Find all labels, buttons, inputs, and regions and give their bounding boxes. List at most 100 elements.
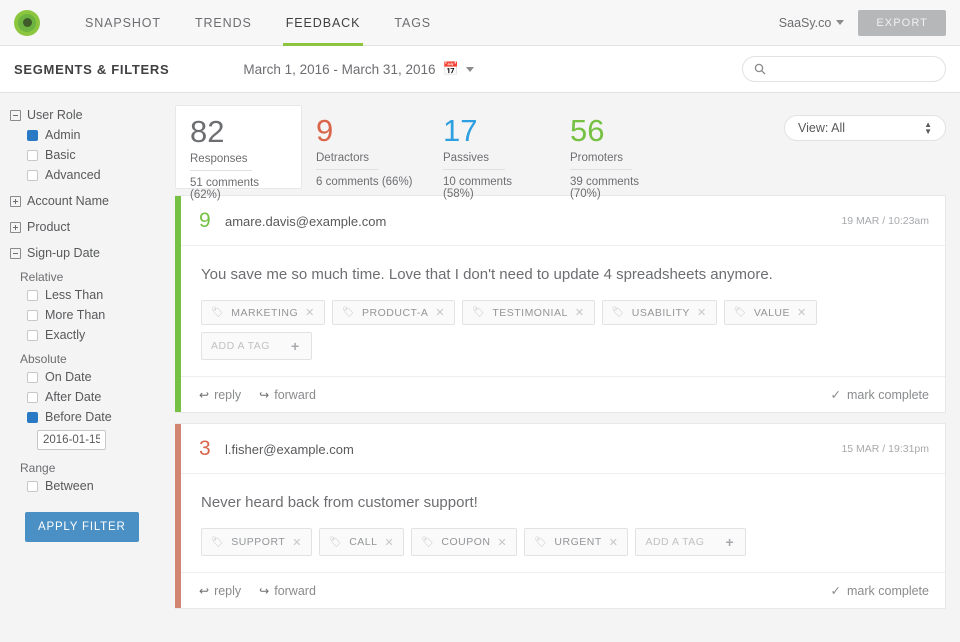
respondent-email[interactable]: amare.davis@example.com	[225, 214, 386, 229]
reply-action[interactable]: ↩reply	[199, 584, 241, 598]
tag-icon: 🏷	[612, 307, 625, 318]
filter-option-after-date[interactable]: After Date	[10, 387, 165, 407]
reply-action[interactable]: ↩reply	[199, 388, 241, 402]
remove-tag-icon[interactable]: ✕	[305, 306, 315, 319]
mark-complete-action[interactable]: ✓ mark complete	[831, 387, 929, 402]
checkbox-icon[interactable]	[27, 330, 38, 341]
main-tabs: SNAPSHOTTRENDSFEEDBACKTAGS	[68, 0, 448, 46]
filter-option-more-than[interactable]: More Than	[10, 305, 165, 325]
reply-label: reply	[214, 388, 241, 402]
stat-card-promoters: 56Promoters39 comments (70%)	[556, 105, 683, 189]
nps-score: 9	[199, 209, 225, 233]
tag-label: USABILITY	[632, 307, 690, 319]
filter-option-exactly[interactable]: Exactly	[10, 325, 165, 345]
expand-icon[interactable]	[10, 196, 21, 207]
stat-card-responses: 82Responses51 comments (62%)	[175, 105, 302, 189]
remove-tag-icon[interactable]: ✕	[575, 306, 585, 319]
account-menu[interactable]: SaaSy.co	[779, 16, 845, 30]
checkbox-icon[interactable]	[27, 170, 38, 181]
remove-tag-icon[interactable]: ✕	[609, 536, 619, 549]
filter-option-between[interactable]: Between	[10, 476, 165, 496]
filter-group-title: User Role	[27, 108, 83, 122]
filter-group-title: Account Name	[27, 194, 109, 208]
filter-option-advanced[interactable]: Advanced	[10, 165, 165, 185]
filter-group: Account Name	[10, 191, 165, 211]
filter-group-sign-up-date[interactable]: Sign-up Date	[10, 243, 165, 263]
tag-chip[interactable]: 🏷CALL✕	[319, 528, 404, 556]
filter-group-user-role[interactable]: User Role	[10, 105, 165, 125]
forward-action[interactable]: ↪forward	[259, 584, 316, 598]
tag-icon: 🏷	[342, 307, 355, 318]
filter-option-basic[interactable]: Basic	[10, 145, 165, 165]
checkbox-icon[interactable]	[27, 310, 38, 321]
filter-option-on-date[interactable]: On Date	[10, 367, 165, 387]
tag-chip[interactable]: 🏷 PRODUCT-A ✕	[332, 300, 455, 325]
checkbox-icon[interactable]	[27, 372, 38, 383]
tag-chip[interactable]: 🏷VALUE✕	[724, 300, 817, 325]
mark-complete-action[interactable]: ✓mark complete	[831, 583, 929, 598]
app-logo-icon[interactable]	[14, 10, 40, 36]
checkbox-icon[interactable]	[27, 412, 38, 423]
feedback-card-header: 9amare.davis@example.com19 MAR / 10:23am	[181, 196, 945, 246]
tag-chip[interactable]: 🏷URGENT✕	[524, 528, 628, 556]
tag-chip[interactable]: 🏷 USABILITY ✕	[602, 300, 717, 325]
remove-tag-icon[interactable]: ✕	[292, 536, 302, 549]
filter-group-product[interactable]: Product	[10, 217, 165, 237]
tab-feedback[interactable]: FEEDBACK	[269, 0, 378, 46]
filter-option-label: Before Date	[45, 410, 112, 424]
remove-tag-icon[interactable]: ✕	[435, 306, 445, 319]
forward-icon: ↪	[259, 388, 269, 402]
checkbox-icon[interactable]	[27, 150, 38, 161]
stat-subtext: 51 comments (62%)	[190, 177, 289, 201]
remove-tag-icon[interactable]: ✕	[497, 536, 507, 549]
remove-tag-icon[interactable]: ✕	[384, 536, 394, 549]
apply-filter-button[interactable]: APPLY FILTER	[25, 512, 139, 542]
filter-option-less-than[interactable]: Less Than	[10, 285, 165, 305]
before-date-input[interactable]	[37, 430, 106, 450]
checkbox-icon[interactable]	[27, 481, 38, 492]
filter-option-label: Between	[45, 479, 94, 493]
remove-tag-icon[interactable]: ✕	[797, 306, 807, 319]
calendar-icon: 📅	[442, 61, 458, 77]
filter-option-admin[interactable]: Admin	[10, 125, 165, 145]
checkbox-icon[interactable]	[27, 392, 38, 403]
collapse-icon[interactable]	[10, 248, 21, 259]
checkbox-icon[interactable]	[27, 290, 38, 301]
filter-option-label: Advanced	[45, 168, 101, 182]
tag-chip[interactable]: 🏷COUPON✕	[411, 528, 517, 556]
collapse-icon[interactable]	[10, 110, 21, 121]
filter-group-account-name[interactable]: Account Name	[10, 191, 165, 211]
absolute-section-label: Absolute	[10, 345, 165, 367]
add-tag-button[interactable]: ADD A TAG+	[201, 332, 312, 360]
tag-chip[interactable]: 🏷MARKETING✕	[201, 300, 325, 325]
forward-action[interactable]: ↪forward	[259, 388, 316, 402]
date-range-picker[interactable]: March 1, 2016 - March 31, 2016 📅	[243, 61, 473, 77]
view-select[interactable]: View: All ▲▼	[784, 115, 946, 141]
check-icon: ✓	[831, 387, 841, 402]
respondent-email[interactable]: l.fisher@example.com	[225, 442, 354, 457]
search-input[interactable]	[772, 61, 934, 77]
segments-filter-bar: SEGMENTS & FILTERS March 1, 2016 - March…	[0, 46, 960, 93]
page-shell: User Role AdminBasic Advanced Account Name P…	[0, 93, 960, 642]
filter-option-before-date[interactable]: Before Date	[10, 407, 165, 427]
filter-group-signup-date: Sign-up DateRelativeLess ThanMore ThanEx…	[10, 243, 165, 496]
tag-icon: 🏷	[329, 537, 342, 548]
tag-chip[interactable]: 🏷TESTIMONIAL✕	[462, 300, 594, 325]
feedback-message: You save me so much time. Love that I do…	[181, 246, 945, 294]
tag-icon: 🏷	[421, 537, 434, 548]
forward-icon: ↪	[259, 584, 269, 598]
checkbox-icon[interactable]	[27, 130, 38, 141]
chevron-down-icon	[466, 67, 474, 72]
export-button[interactable]: EXPORT	[858, 10, 946, 36]
mark-complete-label: mark complete	[847, 388, 929, 402]
add-tag-button[interactable]: ADD A TAG+	[635, 528, 746, 556]
expand-icon[interactable]	[10, 222, 21, 233]
tag-chip[interactable]: 🏷SUPPORT✕	[201, 528, 312, 556]
remove-tag-icon[interactable]: ✕	[697, 306, 707, 319]
search-box[interactable]	[742, 56, 946, 82]
plus-icon: +	[291, 338, 300, 354]
tab-snapshot[interactable]: SNAPSHOT	[68, 0, 178, 46]
tag-label: PRODUCT-A	[362, 307, 428, 319]
tab-trends[interactable]: TRENDS	[178, 0, 269, 46]
tab-tags[interactable]: TAGS	[377, 0, 448, 46]
